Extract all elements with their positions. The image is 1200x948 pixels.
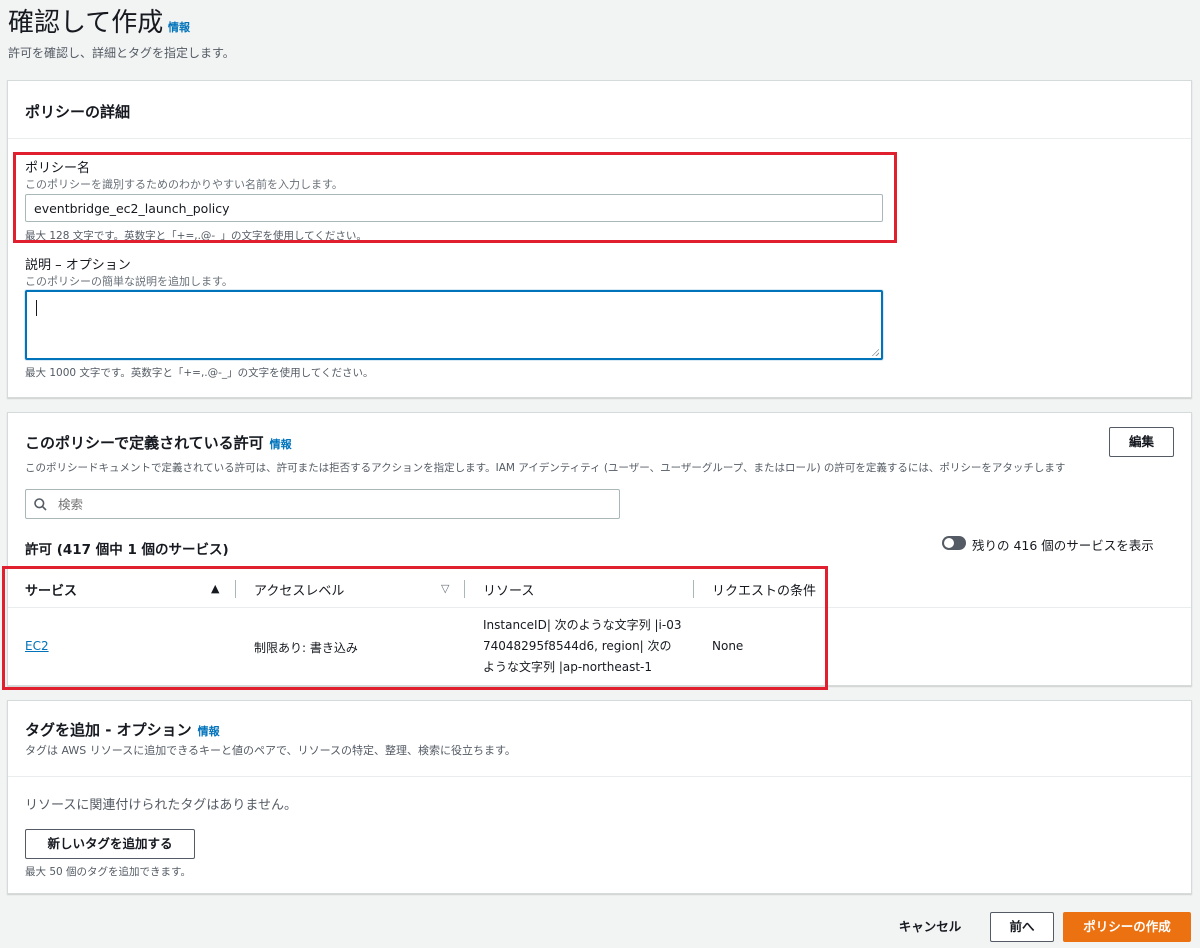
page-subtitle: 許可を確認し、詳細とタグを指定します。: [8, 46, 235, 60]
edit-button[interactable]: 編集: [1109, 427, 1174, 457]
policy-name-hint: 最大 128 文字です。英数字と「+=,.@-_」の文字を使用してください。: [25, 230, 367, 242]
permissions-heading: このポリシーで定義されている許可 情報: [25, 432, 292, 453]
permissions-heading-text: このポリシーで定義されている許可: [25, 434, 264, 452]
page-title: 確認して作成: [8, 8, 164, 38]
add-tag-button[interactable]: 新しいタグを追加する: [25, 829, 195, 859]
no-tags-text: リソースに関連付けられたタグはありません。: [25, 798, 297, 813]
create-policy-button[interactable]: ポリシーの作成: [1063, 912, 1191, 942]
permissions-description: このポリシードキュメントで定義されている許可は、許可または拒否するアクションを指…: [25, 462, 1066, 474]
tags-panel: タグを追加 - オプション 情報 タグは AWS リソースに追加できるキーと値のペ…: [7, 700, 1192, 894]
cancel-button[interactable]: キャンセル: [880, 912, 980, 942]
search-icon: [34, 498, 47, 511]
permissions-count: 許可 (417 個中 1 個のサービス): [25, 542, 229, 558]
policy-name-description: このポリシーを識別するためのわかりやすい名前を入力します。: [25, 178, 343, 191]
policy-details-heading: ポリシーの詳細: [25, 103, 131, 121]
panel-header: ポリシーの詳細: [8, 81, 1191, 139]
toggle-label: 残りの 416 個のサービスを表示: [972, 538, 1154, 553]
description-label: 説明 – オプション: [25, 258, 131, 273]
tags-description: タグは AWS リソースに追加できるキーと値のペアで、リソースの特定、整理、検索…: [25, 744, 516, 757]
policy-name-label: ポリシー名: [25, 161, 91, 176]
column-divider: [464, 580, 465, 598]
column-header-request-conditions[interactable]: リクエストの条件: [712, 580, 816, 599]
tags-hint: 最大 50 個のタグを追加できます。: [25, 866, 191, 878]
service-link-ec2[interactable]: EC2: [25, 639, 49, 653]
info-link[interactable]: 情報: [270, 438, 292, 451]
sort-descending-icon[interactable]: ▽: [441, 582, 449, 595]
description-hint: 最大 1000 文字です。英数字と「+=,.@-_」の文字を使用してください。: [25, 367, 374, 379]
panel-header: タグを追加 - オプション 情報 タグは AWS リソースに追加できるキーと値のペ…: [8, 701, 1191, 777]
text-caret: [36, 300, 37, 316]
search-box[interactable]: [25, 489, 620, 519]
condition-cell: None: [712, 639, 744, 653]
column-header-access-level[interactable]: アクセスレベル: [254, 580, 344, 599]
column-divider: [235, 580, 236, 598]
show-remaining-toggle[interactable]: [942, 536, 966, 550]
column-header-service[interactable]: サービス: [25, 580, 77, 599]
previous-button[interactable]: 前へ: [990, 912, 1054, 942]
info-link[interactable]: 情報: [168, 19, 190, 35]
column-divider: [693, 580, 694, 598]
tags-heading-text: タグを追加 - オプション: [25, 721, 192, 739]
column-header-resource[interactable]: リソース: [483, 580, 534, 599]
resize-grip-icon[interactable]: [871, 348, 879, 356]
sort-ascending-icon[interactable]: ▲: [211, 582, 219, 595]
table-header: [8, 570, 1191, 608]
info-link[interactable]: 情報: [198, 725, 220, 738]
access-level-cell: 制限あり: 書き込み: [254, 641, 358, 655]
description-help: このポリシーの簡単な説明を追加します。: [25, 275, 233, 288]
resource-cell: InstanceID| 次のような文字列 |i-0374048295f8544d…: [483, 618, 682, 674]
description-textarea[interactable]: [25, 290, 883, 360]
policy-name-input[interactable]: [25, 194, 883, 222]
search-input[interactable]: [50, 491, 610, 517]
policy-details-panel: ポリシーの詳細 ポリシー名 このポリシーを識別するためのわかりやすい名前を入力し…: [7, 80, 1192, 398]
tags-heading: タグを追加 - オプション 情報: [25, 719, 220, 740]
